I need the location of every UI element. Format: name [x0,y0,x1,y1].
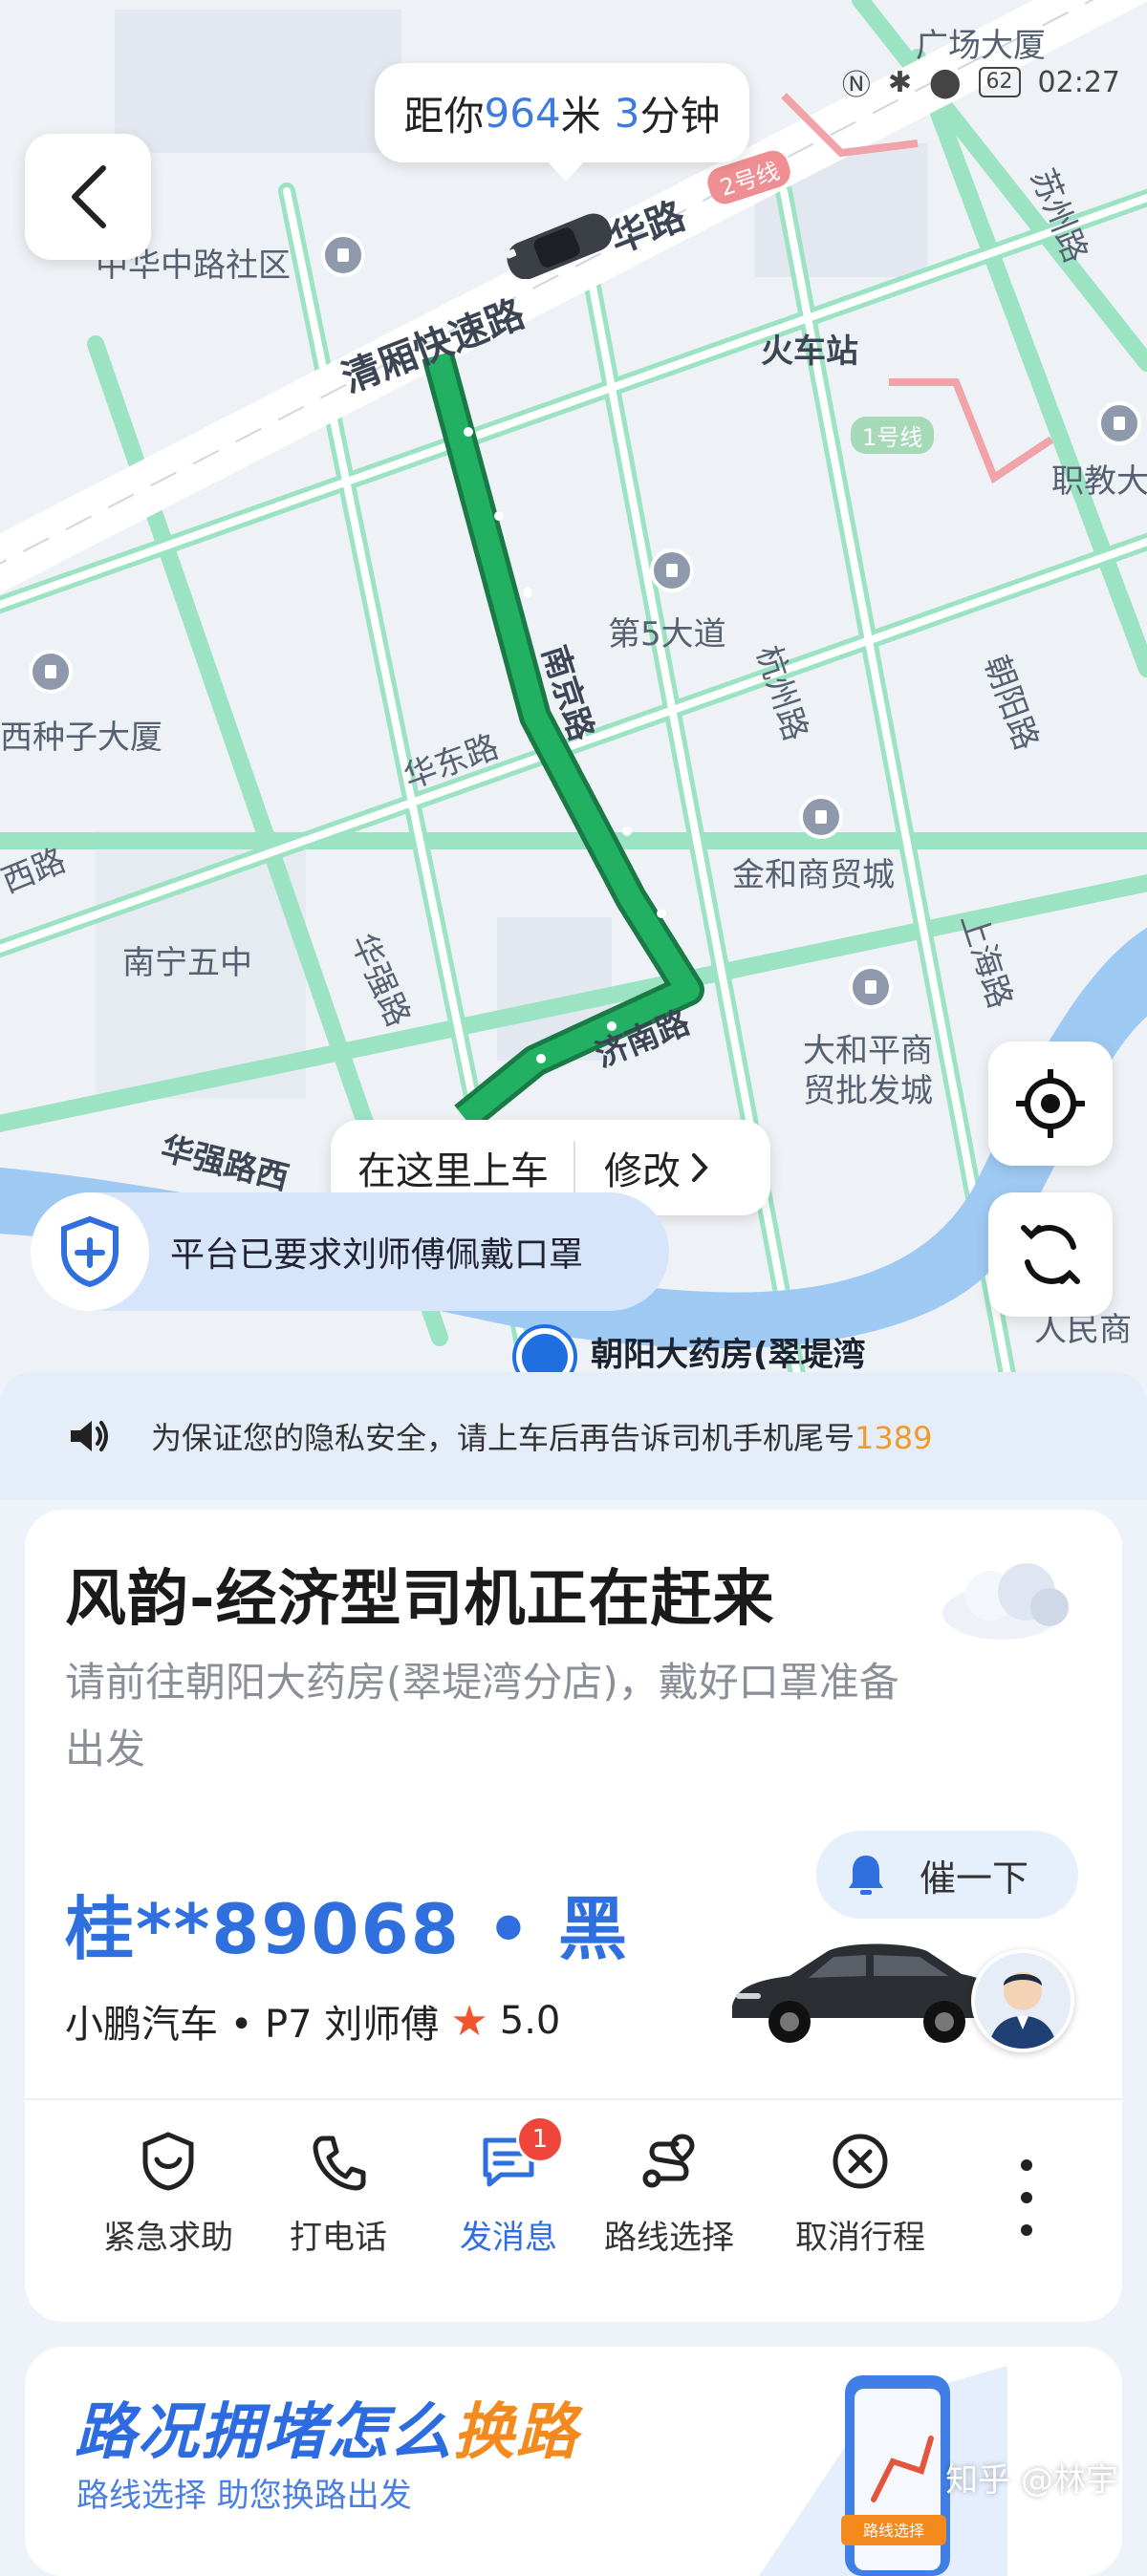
map-label-jiaoyu: 职教大 [1051,462,1147,501]
eta-bubble: 距你 964 米 3 分钟 [375,63,749,182]
speaker-icon [71,1421,108,1451]
map-label-avenue5: 第5大道 [608,615,726,654]
locate-me-button[interactable] [988,1041,1113,1166]
phone-tail-number: 1389 [855,1420,933,1456]
trip-actions: 紧急求助 打电话 1 发消息 路线选择 取消行程 [25,2115,1122,2284]
route-icon [642,2134,695,2188]
star-icon: ★ [450,1996,488,2046]
map-label-seed: 西种子大厦 [0,719,162,757]
map-label-line1: 1号线 [851,417,935,454]
location-icon: ⬤ [928,65,962,99]
map-label-jinhe: 金和商贸城 [732,856,895,894]
promo-headline-b: 换路 [453,2397,579,2468]
urge-driver-label: 催一下 [920,1857,1029,1900]
map-poi-icon [1097,401,1141,445]
map-label-dahe2: 贸批发城 [803,1072,933,1110]
driver-rating: 5.0 [499,1999,561,2043]
watermark: 知乎 @林宇 [945,2461,1118,2500]
driver-car-icon [505,213,613,279]
map-poi-icon [849,965,893,1009]
driver-avatar[interactable] [971,1949,1074,2052]
privacy-notice: 为保证您的隐私安全，请上车后再告诉司机手机尾号1389 [0,1372,1147,1500]
map-label-guangchang: 广场大厦 [916,27,1046,65]
back-arrow-icon [72,165,106,228]
privacy-text-main: 为保证您的隐私安全，请上车后再告诉司机手机尾号 [151,1420,855,1456]
action-route[interactable]: 路线选择 [583,2121,755,2258]
more-dot [1021,2192,1032,2203]
map-label-nanning5: 南宁五中 [122,944,252,982]
pickup-here-label[interactable]: 在这里上车 [331,1140,574,1195]
card-divider [25,2098,1122,2100]
action-message[interactable]: 1 发消息 [422,2115,595,2258]
trip-status-subtitle: 请前往朝阳大药房(翠堤湾分店)，戴好口罩准备出发 [65,1659,899,1772]
nfc-icon: Ⓝ [841,69,871,102]
action-emergency[interactable]: 紧急求助 [82,2121,254,2258]
car-image [732,1943,1002,2043]
unread-badge: 1 [516,2115,564,2163]
phone-icon [313,2136,366,2191]
bluetooth-icon: ✱ [887,65,912,99]
action-label: 取消行程 [795,2219,925,2257]
status-bar: Ⓝ ✱ ⬤ 62 02:27 [842,61,1120,103]
trip-status-card: 风韵-经济型司机正在赶来 请前往朝阳大药房(翠堤湾分店)，戴好口罩准备出发 催一… [25,1510,1122,2322]
destination-label: 朝阳大药房(翠堤湾 [591,1336,866,1374]
action-label: 打电话 [290,2219,387,2257]
eta-minutes: 3 [614,89,640,137]
eta-minutes-unit: 分钟 [639,92,721,140]
map-poi-icon [321,233,365,277]
refresh-icon [1021,1225,1080,1284]
cancel-icon [833,2134,888,2189]
car-model-driver: 小鹏汽车 • P7 刘师傅 [65,2003,440,2047]
trip-status-title: 风韵-经济型司机正在赶来 [65,1564,775,1635]
crosshair-icon [1016,1069,1085,1138]
chevron-right-icon [692,1153,708,1182]
license-plate: 桂**89068 • 黑 [65,1889,629,1969]
cloud-icon [942,1563,1069,1640]
promo-badge-text: 路线选择 [863,2522,924,2540]
battery-indicator: 62 [978,67,1021,97]
action-label: 发消息 [460,2219,557,2257]
privacy-text: 为保证您的隐私安全，请上车后再告诉司机手机尾号1389 [151,1414,932,1458]
action-label: 紧急求助 [103,2219,233,2257]
emergency-icon [142,2132,194,2191]
promo-headline: 路况拥堵怎么换路 [75,2383,579,2471]
more-options-button[interactable] [998,2159,1055,2236]
action-label: 路线选择 [604,2219,734,2257]
eta-distance: 964 [484,89,561,137]
eta-distance-unit: 米 [560,92,601,140]
refresh-button[interactable] [988,1192,1113,1317]
safety-notice-text: 平台已要求刘师傅佩戴口罩 [170,1235,584,1275]
back-button[interactable] [25,134,151,260]
more-dot [1021,2224,1032,2236]
pickup-modify-button[interactable]: 修改 [575,1140,709,1195]
shield-plus-icon [31,1192,149,1311]
more-dot [1021,2159,1032,2171]
map-poi-icon [29,650,73,694]
clock: 02:27 [1037,65,1120,99]
map-poi-icon [799,795,843,839]
urge-driver-button[interactable]: 催一下 [816,1831,1078,1919]
promo-subtitle: 路线选择 助您换路出发 [76,2477,412,2515]
action-cancel-trip[interactable]: 取消行程 [774,2121,946,2258]
driver-info: 小鹏汽车 • P7 刘师傅 ★ 5.0 [65,1993,560,2049]
safety-banner[interactable]: 平台已要求刘师傅佩戴口罩 [31,1192,669,1311]
map-label-train: 火车站 [761,333,858,371]
eta-prefix: 距你 [403,92,485,140]
map-poi-icon [650,548,694,592]
promo-headline-a: 路况拥堵怎么 [75,2397,453,2468]
bell-icon [849,1856,883,1895]
pickup-modify-label: 修改 [604,1149,681,1193]
action-call[interactable]: 打电话 [252,2121,424,2258]
